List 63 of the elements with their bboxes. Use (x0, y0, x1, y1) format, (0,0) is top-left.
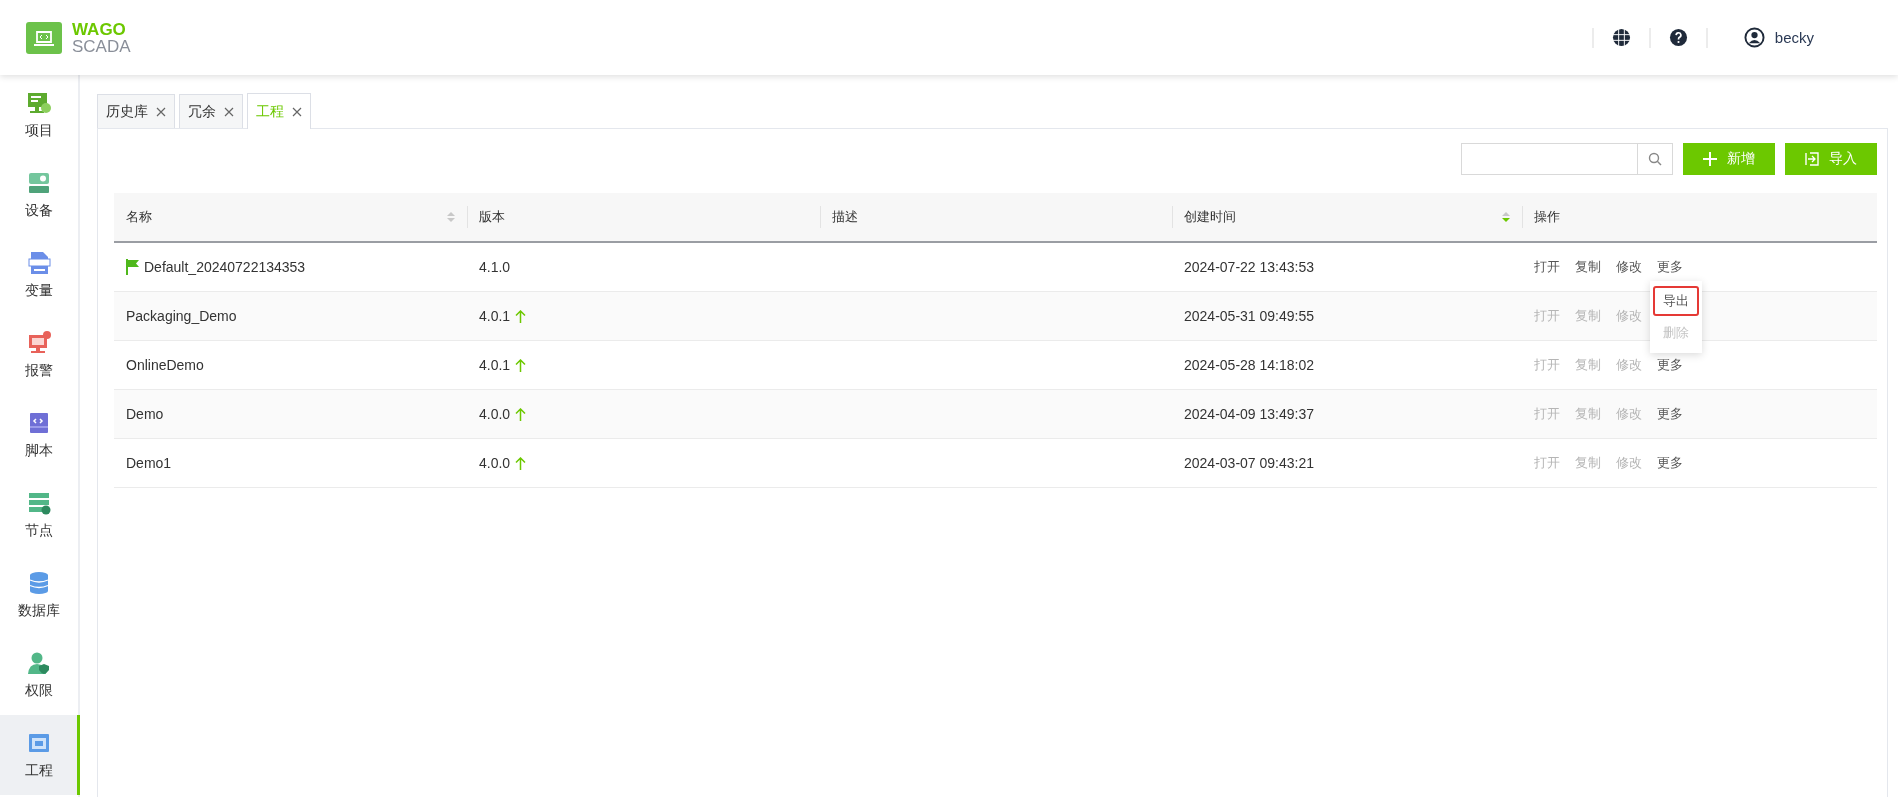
sidebar-item[interactable]: 工程 (0, 715, 80, 795)
action-link[interactable]: 复制 (1575, 258, 1601, 276)
up-arrow-icon[interactable] (515, 309, 527, 323)
sidebar-item[interactable]: 报警 (0, 315, 78, 395)
user-icon[interactable] (1743, 27, 1765, 48)
laptop-logo-icon (26, 21, 62, 54)
sidebar-item[interactable]: 权限 (0, 635, 78, 715)
table-cell: 4.1.0 (479, 259, 511, 275)
table-cell: 2024-05-28 14:18:02 (1184, 357, 1314, 373)
up-arrow-icon[interactable] (515, 456, 527, 470)
action-link[interactable]: 更多 (1657, 405, 1683, 423)
help-icon[interactable] (1668, 28, 1688, 47)
action-link[interactable]: 更多 (1657, 356, 1683, 374)
tab[interactable]: 冗余 (179, 94, 243, 128)
action-link[interactable]: 更多 (1657, 258, 1683, 276)
table-cell: 2024-07-22 13:43:53 (1184, 259, 1314, 275)
column-header: 描述 (832, 208, 858, 226)
column-header: 操作 (1534, 208, 1560, 226)
table-cell: 4.0.1 (479, 308, 511, 324)
logo-title: WAGO (72, 20, 127, 38)
action-link[interactable]: 更多 (1657, 454, 1683, 472)
action-link[interactable]: 修改 (1616, 258, 1642, 276)
column-header: 版本 (479, 208, 505, 226)
close-icon[interactable] (156, 106, 166, 117)
table-cell: 2024-04-09 13:49:37 (1184, 406, 1314, 422)
table-cell: 4.0.0 (479, 455, 511, 471)
import-icon (1805, 152, 1819, 166)
tab[interactable]: 历史库 (97, 94, 175, 128)
action-link[interactable]: 打开 (1534, 258, 1560, 276)
server-icon (26, 490, 52, 516)
sort-icon[interactable] (1502, 211, 1510, 223)
sidebar-item[interactable]: 节点 (0, 475, 78, 555)
sidebar-item[interactable]: 设备 (0, 155, 78, 235)
table-cell: Packaging_Demo (126, 308, 237, 324)
table-cell: Demo1 (126, 455, 172, 471)
close-icon[interactable] (292, 106, 302, 117)
alarm-icon (26, 330, 52, 356)
table-cell: 4.0.1 (479, 357, 511, 373)
table-cell: OnlineDemo (126, 357, 204, 373)
table-cell: 2024-05-31 09:49:55 (1184, 308, 1314, 324)
monitor-icon (26, 90, 52, 116)
table-cell: Demo (126, 406, 164, 422)
drive-icon (26, 170, 52, 196)
menu-item[interactable]: 导出 (1653, 286, 1699, 316)
sidebar-item[interactable]: 数据库 (0, 555, 78, 635)
table-cell: Default_20240722134353 (144, 259, 306, 275)
close-icon[interactable] (224, 106, 234, 117)
up-arrow-icon[interactable] (515, 358, 527, 372)
plus-icon (1703, 152, 1717, 166)
globe-icon[interactable] (1611, 28, 1631, 47)
up-arrow-icon[interactable] (515, 407, 527, 421)
sidebar-item[interactable]: 项目 (0, 75, 78, 155)
search-icon (1648, 152, 1662, 166)
user-name[interactable]: becky (1774, 29, 1814, 46)
search-field[interactable] (1461, 143, 1673, 175)
column-header: 创建时间 (1184, 208, 1236, 226)
table-cell: 2024-03-07 09:43:21 (1184, 455, 1314, 471)
user-shield-icon (26, 650, 52, 676)
sidebar-item[interactable]: 脚本 (0, 395, 78, 475)
logo-subtitle: SCADA (72, 37, 131, 55)
column-header: 名称 (126, 208, 152, 226)
sidebar-item[interactable]: 变量 (0, 235, 78, 315)
table-cell: 4.0.0 (479, 406, 511, 422)
